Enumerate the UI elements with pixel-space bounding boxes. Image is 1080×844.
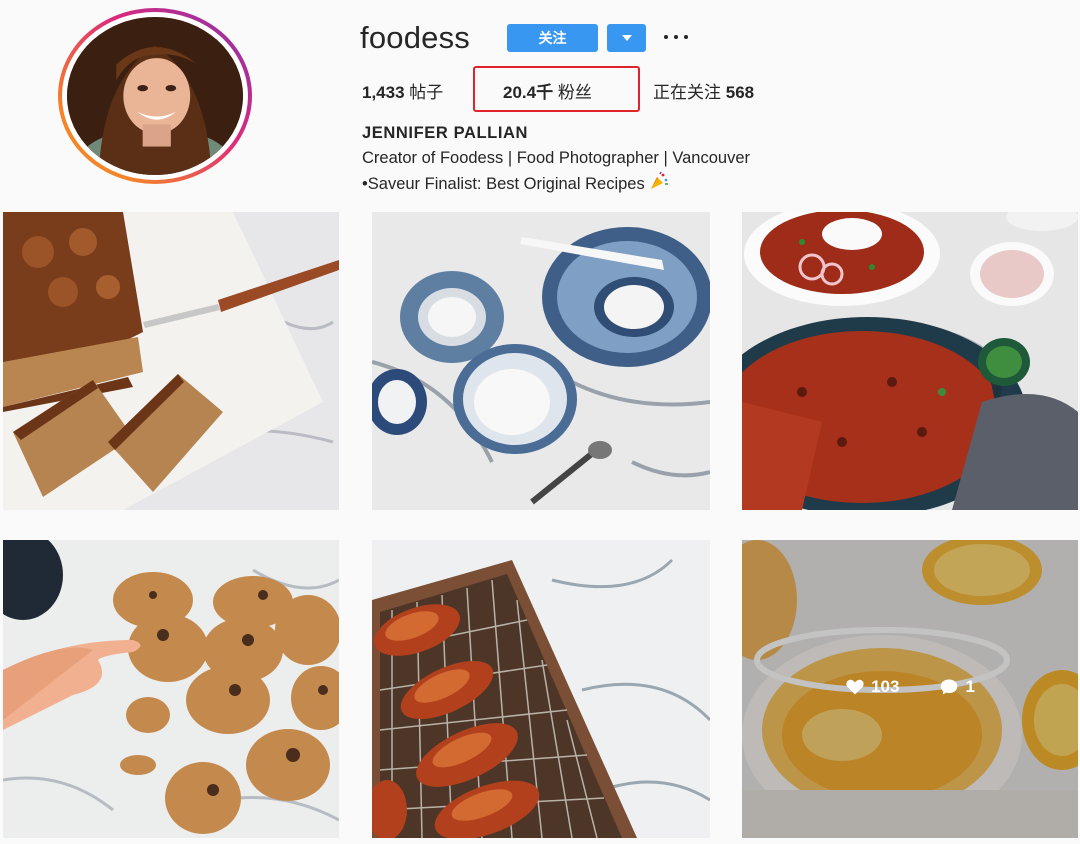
following-stat[interactable]: 正在关注 568 bbox=[653, 78, 754, 103]
dot-icon bbox=[664, 35, 668, 39]
follow-button[interactable]: 关注 bbox=[507, 24, 598, 52]
dot-icon bbox=[674, 35, 678, 39]
comments-count: 1 bbox=[965, 677, 975, 696]
post-tile[interactable] bbox=[3, 212, 339, 510]
suggested-dropdown-button[interactable] bbox=[607, 24, 646, 52]
salt-bowls-image bbox=[372, 212, 710, 510]
bio-line-2: •Saveur Finalist: Best Original Recipes bbox=[362, 175, 645, 193]
chevron-down-icon bbox=[621, 35, 632, 41]
following-count: 568 bbox=[725, 83, 755, 102]
avatar-image bbox=[67, 17, 243, 175]
cookies-image bbox=[3, 540, 339, 838]
full-name: JENNIFER PALLIAN bbox=[362, 124, 529, 142]
bio-line-1: Creator of Foodess | Food Photographer |… bbox=[362, 149, 750, 167]
bio: JENNIFER PALLIAN Creator of Foodess | Fo… bbox=[362, 121, 750, 199]
post-tile[interactable] bbox=[3, 540, 339, 838]
party-popper-icon bbox=[649, 171, 669, 199]
bio-line-2-wrap: •Saveur Finalist: Best Original Recipes bbox=[362, 171, 750, 199]
post-tile[interactable] bbox=[372, 212, 710, 510]
dot-icon bbox=[684, 35, 688, 39]
banana-bread-image bbox=[3, 212, 339, 510]
posts-count: 1,433 bbox=[362, 83, 405, 102]
comments-count-group: 1 bbox=[939, 677, 975, 697]
following-label: 正在关注 bbox=[653, 83, 721, 102]
username: foodess bbox=[360, 20, 470, 55]
post-tile[interactable] bbox=[372, 540, 710, 838]
likes-count: 103 bbox=[871, 677, 900, 696]
avatar bbox=[67, 17, 243, 175]
chicken-drumsticks-image bbox=[372, 540, 710, 838]
avatar-frame bbox=[62, 12, 248, 180]
chili-pot-image bbox=[742, 212, 1078, 510]
likes-count-group: 103 bbox=[845, 677, 899, 697]
more-options-button[interactable] bbox=[664, 26, 688, 48]
post-tile[interactable]: 103 1 bbox=[742, 540, 1078, 838]
post-hover-overlay: 103 1 bbox=[742, 540, 1078, 838]
comment-icon bbox=[941, 679, 958, 695]
avatar-story-ring[interactable] bbox=[58, 8, 252, 184]
posts-stat: 1,433 帖子 bbox=[362, 78, 443, 103]
post-tile[interactable] bbox=[742, 212, 1078, 510]
heart-icon bbox=[846, 679, 864, 695]
posts-label: 帖子 bbox=[409, 83, 444, 102]
followers-highlight-box bbox=[473, 66, 640, 112]
